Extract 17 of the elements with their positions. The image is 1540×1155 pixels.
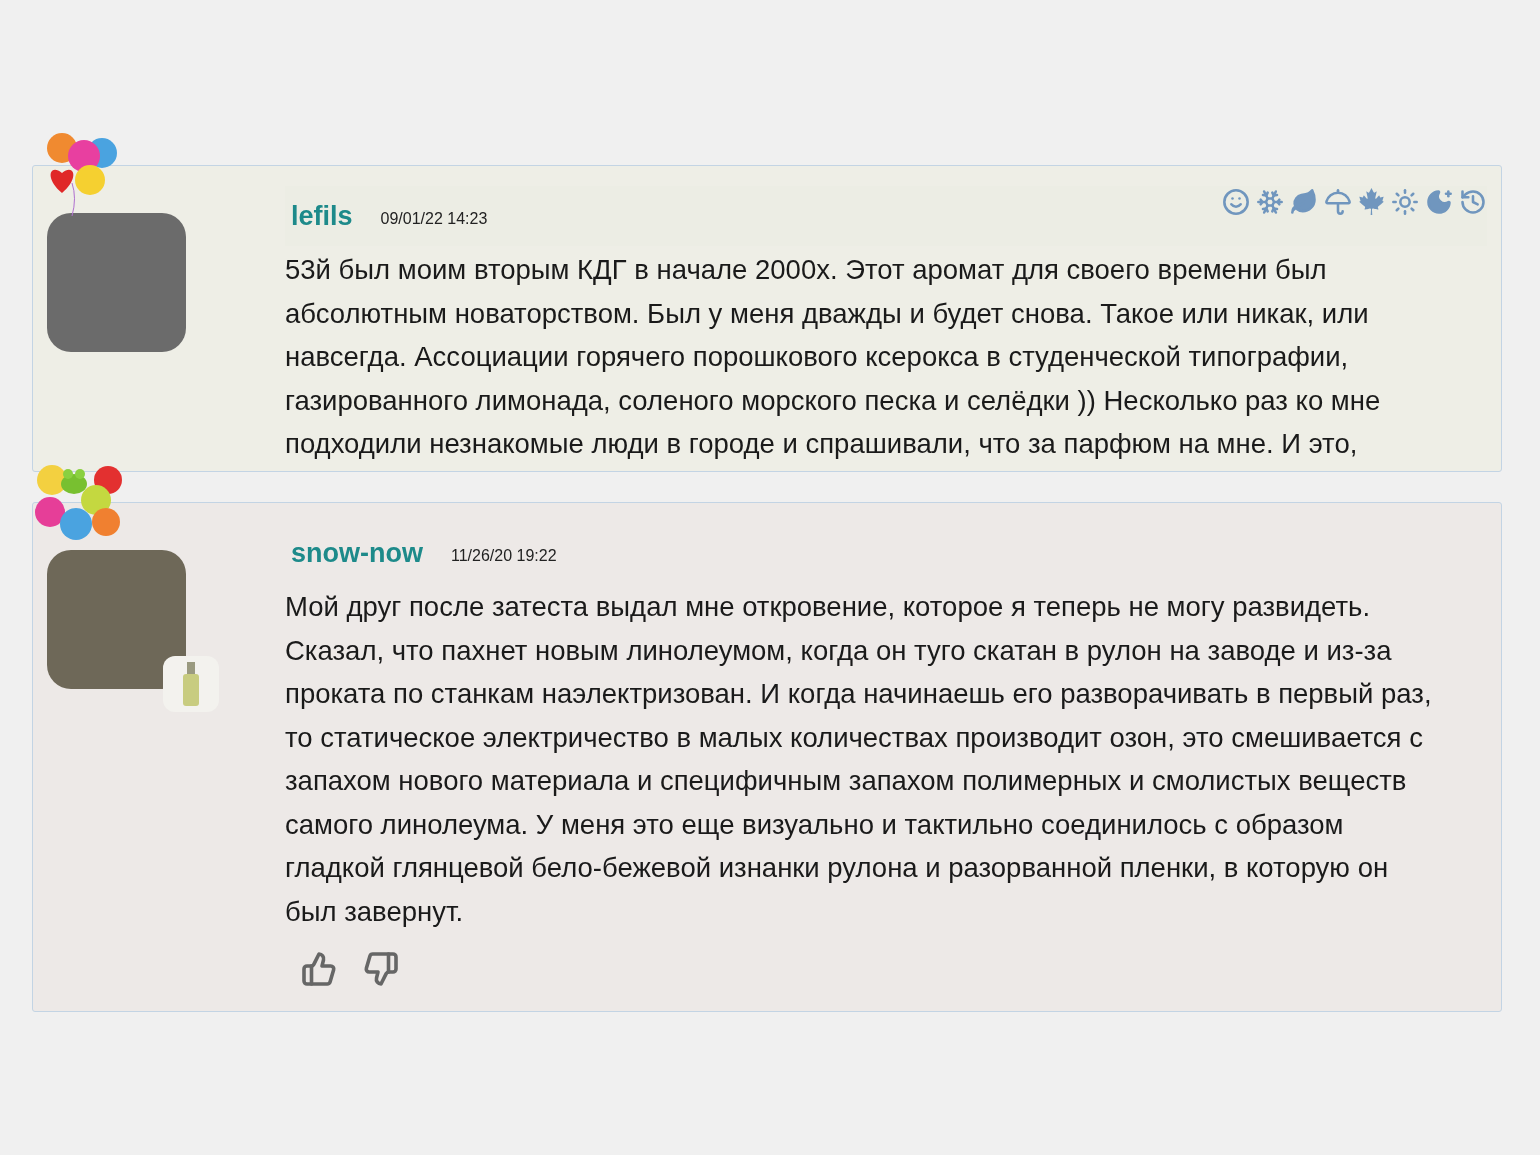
moon-icon[interactable]: [1425, 188, 1453, 216]
comment-text: Мой друг после затеста выдал мне откровение, которое я теперь не могу развидеть. Сказал, что пахнет новым линолеумом, когда он туго скатан в рулон на заводе и из-за проката по станкам наэлектризован. И когда начинаешь его разворачивать в первый раз, то статическое электричество в малых количествах производит озон, это смешивается с запахом нового материала и специфичным запахом полимерных и смолистых веществ самого линолеума. У меня это еще визуально и тактильно соединилось с образом гладкой глянцевой бело-бежевой изнанки рулона и разорванной пленки, в которую он был завернут.: [285, 590, 1433, 929]
clock-icon[interactable]: [1459, 188, 1487, 216]
umbrella-icon[interactable]: [1324, 188, 1352, 216]
comment-date: 11/26/20 19:22: [451, 547, 557, 565]
leaf-icon[interactable]: [1290, 188, 1318, 216]
comment-date: 09/01/22 14:23: [380, 210, 488, 228]
thumbs-up-icon[interactable]: [301, 951, 337, 987]
perfume-bottle-icon: [181, 662, 201, 706]
smile-icon[interactable]: [1222, 188, 1250, 216]
comment-text: 53й был моим вторым КДГ в начале 2000х. Этот аромат для своего времени был абсолютным новаторством. Был у меня дважды и будет снова. Такое или никак, или навсегда. Ассоциации горячего порошкового ксерокса в студенческой типографии, газированного лимонада, соленого морского песка и селёдки )) Несколько раз ко мне подходили незнакомые люди в городе и спрашивали, что за парфюм на мне. И это,: [285, 253, 1382, 461]
maple-leaf-icon[interactable]: [1358, 188, 1385, 215]
username[interactable]: snow-now: [291, 537, 423, 569]
username[interactable]: lefils: [291, 200, 353, 232]
sun-icon[interactable]: [1391, 188, 1419, 216]
thumbs-down-icon[interactable]: [363, 951, 399, 987]
snowflake-icon[interactable]: [1256, 188, 1284, 216]
